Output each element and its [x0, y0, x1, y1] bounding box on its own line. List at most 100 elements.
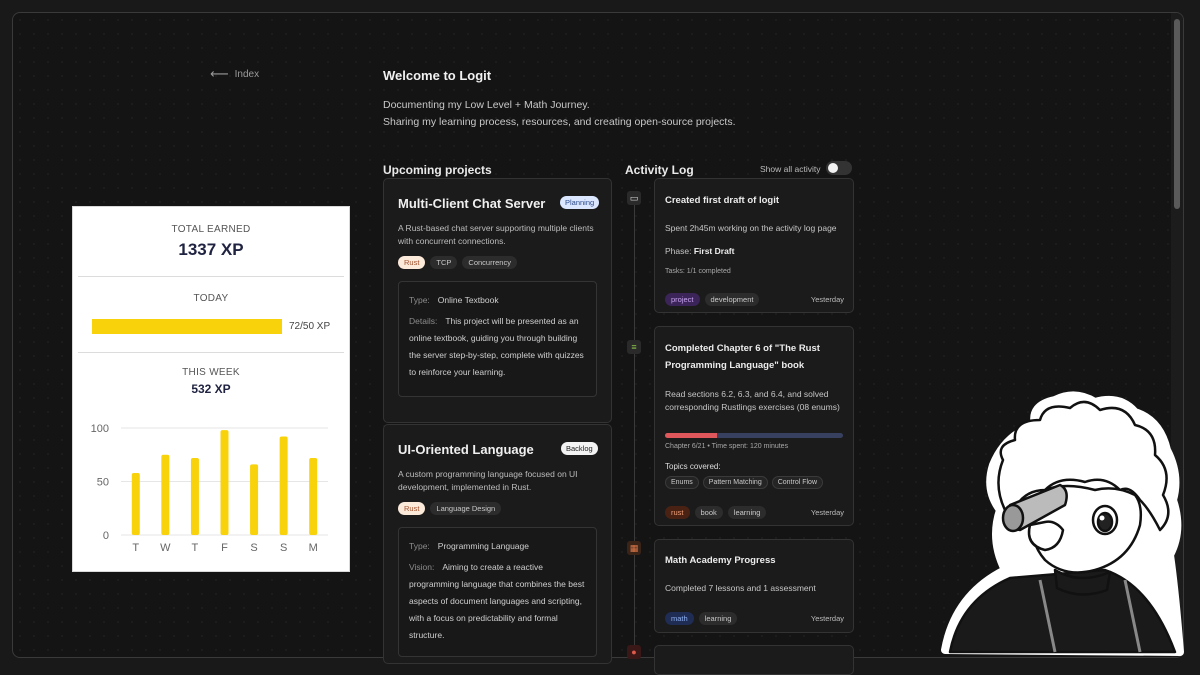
this-week-label: THIS WEEK	[182, 367, 240, 378]
page-title: Welcome to Logit	[383, 68, 492, 83]
topic-chip: Pattern Matching	[702, 476, 768, 489]
chart-bar	[309, 457, 318, 535]
project-title: Multi-Client Chat Server	[398, 196, 546, 211]
project-detail-text: Vision: Aiming to create a reactive progr…	[409, 562, 585, 640]
intro-line-1: Documenting my Low Level + Math Journey.	[383, 99, 590, 111]
topic-chip: Control Flow	[771, 476, 824, 489]
timeline-line	[634, 205, 635, 645]
x-tick-label: F	[221, 542, 228, 554]
project-details: Type: Programming Language Vision: Aiming …	[398, 527, 597, 657]
project-description: A custom programming language focused on…	[398, 469, 578, 492]
activity-time: Yesterday	[810, 508, 844, 517]
activity-time: Yesterday	[810, 614, 844, 623]
intro-text: Documenting my Low Level + Math Journey.…	[383, 97, 736, 131]
arrow-left-icon: ⟵	[210, 66, 229, 81]
toggle-knob	[828, 163, 838, 173]
activity-tags: math learning	[665, 612, 738, 625]
chart-bar	[161, 454, 170, 535]
activity-entry[interactable]: Completed Chapter 6 of "The Rust Program…	[654, 326, 854, 526]
total-earned-label: TOTAL EARNED	[171, 224, 251, 235]
activity-title: Completed Chapter 6 of "The Rust Program…	[665, 343, 820, 371]
activity-text: Completed 7 lessons and 1 assessment	[665, 583, 816, 593]
chart-bar	[220, 430, 229, 535]
today-value: 72/50 XP	[289, 321, 331, 332]
back-to-index-link[interactable]: ⟵ Index	[210, 66, 259, 82]
this-week-value: 532 XP	[191, 382, 231, 396]
scrollbar-thumb[interactable]	[1174, 19, 1180, 209]
activity-text: Read sections 6.2, 6.3, and 6.4, and sol…	[665, 389, 840, 412]
chapter-progress-bar	[665, 433, 843, 438]
activity-tags: rust book learning	[665, 506, 767, 519]
activity-time: Yesterday	[810, 295, 844, 304]
tag[interactable]: rust	[665, 506, 690, 519]
progress-text: Chapter 6/21 • Time spent: 120 minutes	[665, 443, 789, 450]
x-tick-label: S	[250, 542, 257, 554]
tag[interactable]: Rust	[398, 256, 426, 269]
project-tags: Rust Language Design	[398, 502, 502, 515]
activity-entry[interactable]: Created first draft of logit Spent 2h45m…	[654, 178, 854, 313]
show-all-activity-label: Show all activity	[760, 164, 821, 174]
laptop-icon: ▭	[627, 191, 641, 205]
intro-line-2: Sharing my learning process, resources, …	[383, 116, 736, 128]
project-type: Type: Online Textbook	[409, 295, 499, 305]
projects-section-title: Upcoming projects	[383, 163, 492, 177]
y-tick-label: 50	[97, 477, 109, 489]
activity-icon: ●	[627, 645, 641, 659]
activity-tags: project development	[665, 293, 760, 306]
chart-bar	[250, 464, 259, 535]
project-card[interactable]: Multi-Client Chat Server Planning A Rust…	[383, 178, 612, 423]
x-tick-label: T	[192, 542, 199, 554]
topic-chip: Enums	[665, 476, 699, 489]
tag[interactable]: learning	[727, 506, 767, 519]
chart-bar	[190, 457, 199, 535]
today-progress-bar	[92, 319, 282, 334]
tag[interactable]: Language Design	[430, 502, 502, 515]
tag[interactable]: Rust	[398, 502, 426, 515]
anime-character-illustration	[941, 391, 1184, 656]
tag[interactable]: development	[704, 293, 760, 306]
books-icon: ≡	[627, 340, 641, 354]
topics-list: Enums Pattern Matching Control Flow	[665, 476, 824, 489]
progress-fill	[665, 433, 717, 438]
today-section: TODAY	[78, 277, 344, 353]
chart-bar	[279, 436, 288, 535]
chart-bar	[131, 472, 140, 535]
x-tick-label: M	[309, 542, 318, 554]
activity-tasks: Tasks: 1/1 completed	[665, 268, 731, 275]
activity-text: Spent 2h45m working on the activity log …	[665, 223, 837, 233]
status-badge: Backlog	[561, 442, 598, 455]
x-tick-label: T	[132, 542, 139, 554]
tag[interactable]: learning	[698, 612, 738, 625]
activity-title: Math Academy Progress	[665, 555, 776, 566]
x-tick-label: S	[280, 542, 287, 554]
tag[interactable]: math	[665, 612, 694, 625]
xp-panel: TOTAL EARNED 1337 XP TODAY 72/50 XP THIS…	[72, 206, 350, 572]
show-all-activity-toggle[interactable]	[826, 161, 852, 175]
tag[interactable]: project	[665, 293, 700, 306]
x-tick-label: W	[160, 542, 171, 554]
topics-label: Topics covered:	[665, 462, 721, 471]
tag[interactable]: TCP	[430, 256, 458, 269]
project-card[interactable]: UI-Oriented Language Backlog A custom pr…	[383, 424, 612, 664]
y-tick-label: 100	[91, 423, 109, 435]
project-description: A Rust-based chat server supporting mult…	[398, 223, 594, 246]
activity-entry[interactable]	[654, 645, 854, 675]
calendar-icon: ▦	[627, 541, 641, 555]
today-label: TODAY	[193, 293, 229, 304]
activity-section-title: Activity Log	[625, 163, 694, 177]
total-earned-section: TOTAL EARNED 1337 XP	[78, 207, 344, 277]
project-tags: Rust TCP Concurrency	[398, 256, 517, 269]
weekly-xp-chart: 0 50 100 T W T F S S M	[91, 423, 328, 554]
project-title: UI-Oriented Language	[398, 442, 534, 457]
back-link-label: Index	[234, 68, 260, 80]
tag[interactable]: book	[694, 506, 723, 519]
y-tick-label: 0	[103, 530, 109, 542]
tag[interactable]: Concurrency	[462, 256, 517, 269]
activity-entry[interactable]: Math Academy Progress Completed 7 lesson…	[654, 539, 854, 633]
status-badge: Planning	[560, 196, 600, 209]
total-earned-value: 1337 XP	[178, 240, 244, 259]
project-type: Type: Programming Language	[409, 541, 529, 551]
project-detail-text: Details: This project will be presented a…	[409, 316, 584, 377]
project-details: Type: Online Textbook Details: This projec…	[398, 281, 597, 397]
activity-title: Created first draft of logit	[665, 195, 780, 206]
